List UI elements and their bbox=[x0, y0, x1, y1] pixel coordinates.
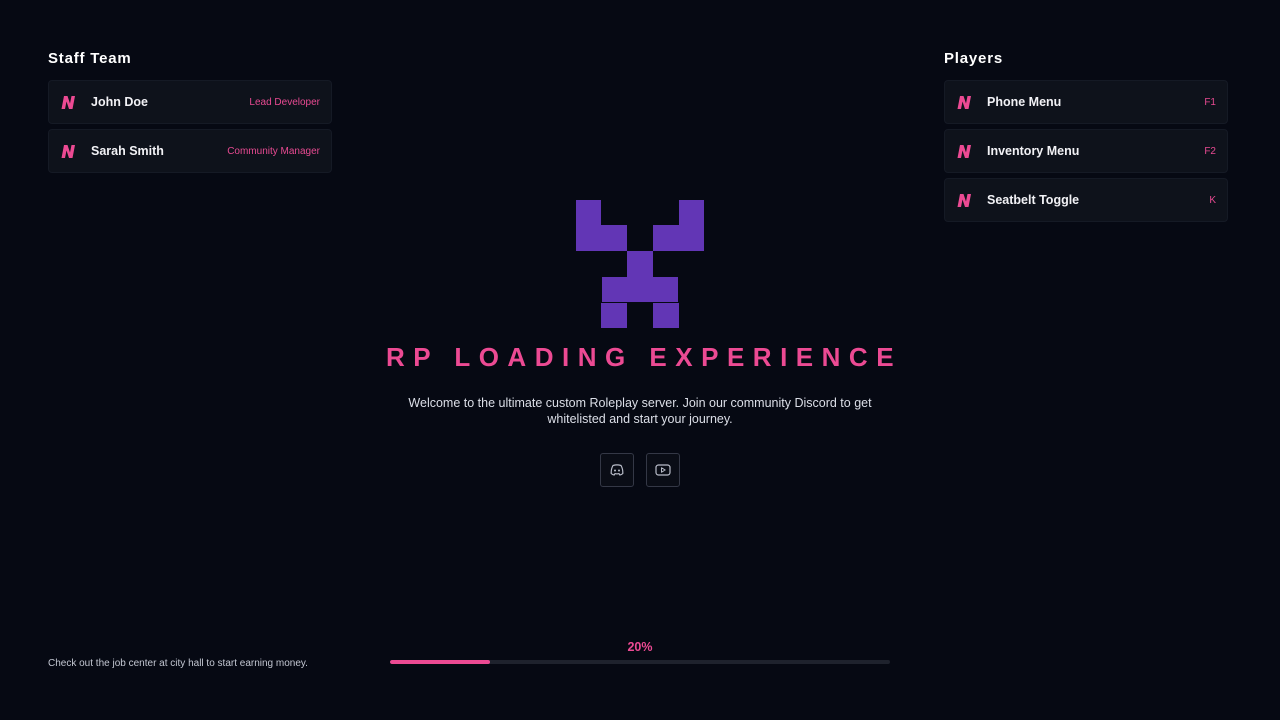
n-logo-icon bbox=[957, 95, 975, 109]
players-title: Players bbox=[944, 50, 1003, 67]
discord-button[interactable] bbox=[600, 453, 634, 487]
players-panel: Players Phone Menu F1 Inventory Menu F2 … bbox=[944, 48, 1228, 227]
staff-member-row: John Doe Lead Developer bbox=[48, 80, 332, 124]
discord-icon bbox=[610, 464, 624, 476]
staff-team-title: Staff Team bbox=[48, 50, 132, 67]
keybind-row: Seatbelt Toggle K bbox=[944, 178, 1228, 222]
keybind-key: K bbox=[1209, 194, 1216, 206]
keybind-label: Seatbelt Toggle bbox=[987, 193, 1080, 207]
keybind-label: Inventory Menu bbox=[987, 144, 1080, 158]
progress-percent: 20% bbox=[627, 640, 653, 654]
staff-member-row: Sarah Smith Community Manager bbox=[48, 129, 332, 173]
keybind-key: F2 bbox=[1204, 145, 1216, 157]
server-title: RP LOADING EXPERIENCE bbox=[385, 342, 903, 372]
welcome-message: Welcome to the ultimate custom Roleplay … bbox=[408, 396, 872, 426]
n-logo-icon bbox=[957, 193, 975, 207]
hero-section: RP LOADING EXPERIENCE Welcome to the ult… bbox=[340, 200, 940, 487]
progress-track bbox=[390, 660, 890, 664]
staff-member-role: Community Manager bbox=[227, 145, 320, 157]
progress-fill bbox=[390, 660, 490, 664]
loading-screen: Staff Team John Doe Lead Developer Sarah… bbox=[0, 0, 1280, 720]
youtube-button[interactable] bbox=[646, 453, 680, 487]
n-logo-icon bbox=[61, 95, 79, 109]
loading-progress: 20% bbox=[390, 640, 890, 664]
staff-member-name: John Doe bbox=[91, 95, 148, 109]
keybind-row: Phone Menu F1 bbox=[944, 80, 1228, 124]
server-logo-icon bbox=[576, 200, 704, 328]
keybind-row: Inventory Menu F2 bbox=[944, 129, 1228, 173]
keybind-label: Phone Menu bbox=[987, 95, 1062, 109]
staff-member-name: Sarah Smith bbox=[91, 144, 164, 158]
staff-team-panel: Staff Team John Doe Lead Developer Sarah… bbox=[48, 48, 332, 178]
n-logo-icon bbox=[957, 144, 975, 158]
n-logo-icon bbox=[61, 144, 79, 158]
keybind-key: F1 bbox=[1204, 96, 1216, 108]
staff-member-role: Lead Developer bbox=[249, 96, 320, 108]
youtube-icon bbox=[655, 464, 671, 476]
social-links bbox=[340, 453, 940, 487]
loading-tip: Check out the job center at city hall to… bbox=[48, 658, 308, 669]
